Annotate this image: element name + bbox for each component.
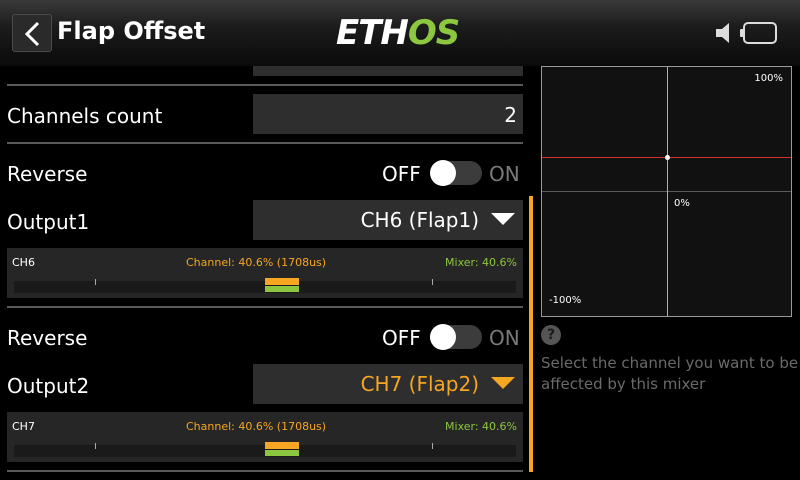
tick (432, 443, 433, 449)
page-title: Flap Offset (57, 17, 206, 45)
channel-monitor-1: CH6 Channel: 40.6% (1708us) Mixer: 40.6% (7, 248, 523, 298)
reverse1-toggle[interactable] (430, 160, 482, 186)
curve-point (665, 155, 670, 160)
monitor1-ch: CH6 (12, 256, 35, 269)
help-text: Select the channel you want to be affect… (541, 354, 799, 393)
reverse1-off-label: OFF (382, 162, 421, 186)
help-icon: ? (541, 325, 561, 345)
monitor1-channel: Channel: 40.6% (1708us) (186, 256, 327, 269)
graph-bottom-label: -100% (549, 295, 582, 306)
divider (7, 142, 523, 144)
channels-count-value: 2 (504, 103, 517, 127)
tick (432, 279, 433, 285)
monitor2-channel-bar (265, 442, 299, 449)
reverse2-on-label: ON (489, 326, 520, 350)
dropdown-arrow-icon (491, 213, 515, 225)
tick (95, 279, 96, 285)
monitor2-mixer-bar (265, 450, 299, 456)
reverse2-off-label: OFF (382, 326, 421, 350)
output2-label: Output2 (7, 374, 90, 398)
graph-mid-label: 0% (674, 198, 690, 209)
monitor2-mixer: Mixer: 40.6% (445, 420, 517, 433)
reverse1-label: Reverse (7, 162, 88, 186)
reverse1-on-label: ON (489, 162, 520, 186)
output1-value: CH6 (Flap1) (360, 208, 479, 232)
channels-count-field[interactable]: 2 (253, 94, 523, 134)
curve-graph: 100% 0% -100% (541, 66, 792, 317)
tick (95, 443, 96, 449)
reverse2-toggle[interactable] (430, 324, 482, 350)
channels-count-label: Channels count (7, 104, 163, 128)
reverse2-label: Reverse (7, 326, 88, 350)
divider (7, 470, 523, 472)
graph-top-label: 100% (754, 73, 783, 84)
chevron-left-icon (24, 21, 40, 47)
scrolled-field[interactable] (253, 66, 523, 76)
dropdown-arrow-icon (491, 377, 515, 389)
channel-monitor-2: CH7 Channel: 40.6% (1708us) Mixer: 40.6% (7, 412, 523, 462)
monitor2-ch: CH7 (12, 420, 35, 433)
output1-select[interactable]: CH6 (Flap1) (253, 200, 523, 240)
monitor1-mixer: Mixer: 40.6% (445, 256, 517, 269)
output2-value: CH7 (Flap2) (360, 372, 479, 396)
back-button[interactable] (12, 14, 52, 52)
ethos-logo: ETHOS (336, 13, 460, 53)
scrollbar[interactable] (529, 196, 533, 472)
monitor1-channel-bar (265, 278, 299, 285)
monitor2-channel: Channel: 40.6% (1708us) (186, 420, 327, 433)
output2-select[interactable]: CH7 (Flap2) (253, 364, 523, 404)
speaker-icon[interactable] (714, 20, 736, 46)
header-bar: Flap Offset ETHOS (0, 0, 800, 66)
divider (7, 306, 523, 308)
output1-label: Output1 (7, 210, 90, 234)
divider (7, 84, 523, 86)
monitor1-mixer-bar (265, 286, 299, 292)
battery-icon (740, 22, 777, 44)
input-line (667, 67, 668, 316)
